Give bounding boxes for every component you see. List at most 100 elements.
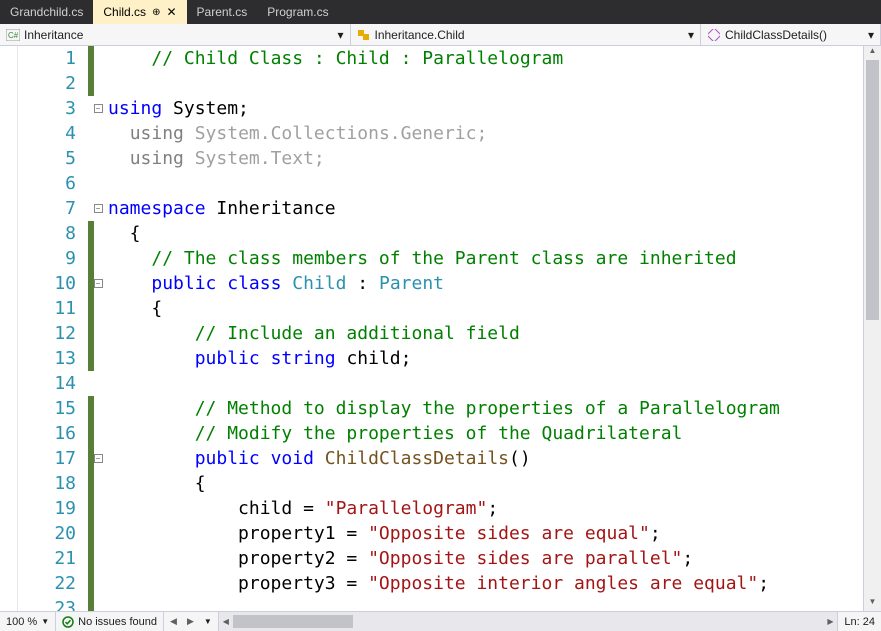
code-line[interactable]: using System.Text;: [108, 146, 863, 171]
nav-left-icon[interactable]: ◀: [170, 616, 177, 627]
hscroll-thumb[interactable]: [233, 615, 353, 628]
ln-label: Ln: 24: [844, 616, 875, 628]
chevron-down-icon: ▾: [337, 28, 343, 42]
code-line[interactable]: namespace Inheritance: [108, 196, 863, 221]
outline-margin[interactable]: − − − −: [88, 46, 108, 611]
code-line[interactable]: child = "Parallelogram";: [108, 496, 863, 521]
code-line[interactable]: // Child Class : Child : Parallelogram: [108, 46, 863, 71]
outline-cell[interactable]: −: [88, 196, 108, 221]
code-line[interactable]: // Modify the properties of the Quadrila…: [108, 421, 863, 446]
code-line[interactable]: // The class members of the Parent class…: [108, 246, 863, 271]
code-line[interactable]: [108, 171, 863, 196]
code-line[interactable]: {: [108, 221, 863, 246]
nav-member-label: ChildClassDetails(): [725, 28, 827, 42]
nav-member-dropdown[interactable]: ChildClassDetails() ▾: [701, 24, 881, 45]
vertical-scrollbar[interactable]: ▲ ▼: [863, 46, 881, 611]
dirty-icon: ⊕: [152, 7, 160, 18]
line-number: 10: [18, 271, 76, 296]
line-number: 16: [18, 421, 76, 446]
nav-right-icon[interactable]: ▶: [187, 616, 194, 627]
code-line[interactable]: property1 = "Opposite sides are equal";: [108, 521, 863, 546]
outline-cell[interactable]: [88, 121, 108, 146]
nav-class-label: Inheritance.Child: [375, 28, 465, 42]
collapse-toggle-icon[interactable]: −: [94, 454, 103, 463]
line-number: 17: [18, 446, 76, 471]
nav-class-dropdown[interactable]: Inheritance.Child ▾: [351, 24, 702, 45]
collapse-toggle-icon[interactable]: −: [94, 279, 103, 288]
line-number: 14: [18, 371, 76, 396]
tab-grandchild[interactable]: Grandchild.cs: [0, 0, 93, 24]
scroll-down-arrow-icon[interactable]: ▼: [864, 597, 881, 611]
close-icon[interactable]: ✕: [166, 6, 176, 18]
line-number: 6: [18, 171, 76, 196]
line-number: 21: [18, 546, 76, 571]
change-indicator: [88, 396, 94, 611]
svg-text:C#: C#: [8, 31, 19, 40]
line-number: 22: [18, 571, 76, 596]
class-icon: [357, 28, 371, 42]
chevron-down-icon: ▼: [41, 617, 49, 626]
chevron-down-icon: ▾: [868, 28, 874, 42]
csharp-project-icon: C#: [6, 28, 20, 42]
code-line[interactable]: using System.Collections.Generic;: [108, 121, 863, 146]
zoom-label: 100 %: [6, 616, 37, 628]
code-line[interactable]: // Method to display the properties of a…: [108, 396, 863, 421]
line-number: 11: [18, 296, 76, 321]
method-icon: [707, 28, 721, 42]
code-line[interactable]: [108, 371, 863, 396]
scroll-right-arrow-icon[interactable]: ▶: [823, 617, 837, 626]
zoom-level[interactable]: 100 % ▼: [0, 612, 55, 631]
nav-bar: C# Inheritance ▾ Inheritance.Child ▾ Chi…: [0, 24, 881, 46]
tab-child[interactable]: Child.cs ⊕ ✕: [93, 0, 186, 24]
cursor-position[interactable]: Ln: 24: [838, 612, 881, 631]
check-ok-icon: [62, 616, 74, 628]
code-line[interactable]: public class Child : Parent: [108, 271, 863, 296]
code-line[interactable]: [108, 596, 863, 611]
line-number: 1: [18, 46, 76, 71]
change-indicator: [88, 46, 94, 96]
horizontal-scrollbar[interactable]: ◀ ▶: [219, 612, 838, 631]
code-text-area[interactable]: // Child Class : Child : Parallelogram us…: [108, 46, 863, 611]
nav-back-forward[interactable]: ◀ ▶ ▼: [164, 612, 218, 631]
line-number: 13: [18, 346, 76, 371]
tab-parent[interactable]: Parent.cs: [187, 0, 258, 24]
scroll-up-arrow-icon[interactable]: ▲: [864, 46, 881, 60]
line-number: 19: [18, 496, 76, 521]
issues-indicator[interactable]: No issues found: [56, 612, 163, 631]
code-line[interactable]: {: [108, 296, 863, 321]
collapse-toggle-icon[interactable]: −: [94, 104, 103, 113]
nav-project-dropdown[interactable]: C# Inheritance ▾: [0, 24, 351, 45]
line-number: 5: [18, 146, 76, 171]
code-editor[interactable]: 1234567891011121314151617181920212223 −−…: [0, 46, 881, 611]
line-number: 12: [18, 321, 76, 346]
line-number-gutter: 1234567891011121314151617181920212223: [18, 46, 88, 611]
change-indicator: [88, 221, 94, 371]
code-line[interactable]: [108, 71, 863, 96]
outline-cell[interactable]: [88, 171, 108, 196]
code-line[interactable]: property2 = "Opposite sides are parallel…: [108, 546, 863, 571]
nav-project-label: Inheritance: [24, 28, 83, 42]
scroll-left-arrow-icon[interactable]: ◀: [219, 617, 233, 626]
line-number: 4: [18, 121, 76, 146]
line-number: 9: [18, 246, 76, 271]
outline-cell[interactable]: [88, 146, 108, 171]
chevron-down-icon: ▾: [688, 28, 694, 42]
issues-label: No issues found: [78, 616, 157, 628]
code-line[interactable]: public void ChildClassDetails(): [108, 446, 863, 471]
tab-program[interactable]: Program.cs: [257, 0, 338, 24]
breakpoint-margin[interactable]: [0, 46, 18, 611]
code-line[interactable]: property3 = "Opposite interior angles ar…: [108, 571, 863, 596]
line-number: 7: [18, 196, 76, 221]
code-line[interactable]: public string child;: [108, 346, 863, 371]
outline-cell[interactable]: −: [88, 96, 108, 121]
code-line[interactable]: // Include an additional field: [108, 321, 863, 346]
line-number: 15: [18, 396, 76, 421]
code-line[interactable]: using System;: [108, 96, 863, 121]
code-line[interactable]: {: [108, 471, 863, 496]
outline-cell[interactable]: [88, 371, 108, 396]
scroll-thumb[interactable]: [866, 60, 879, 320]
line-number: 18: [18, 471, 76, 496]
chevron-down-icon: ▼: [204, 617, 212, 626]
line-number: 20: [18, 521, 76, 546]
collapse-toggle-icon[interactable]: −: [94, 204, 103, 213]
